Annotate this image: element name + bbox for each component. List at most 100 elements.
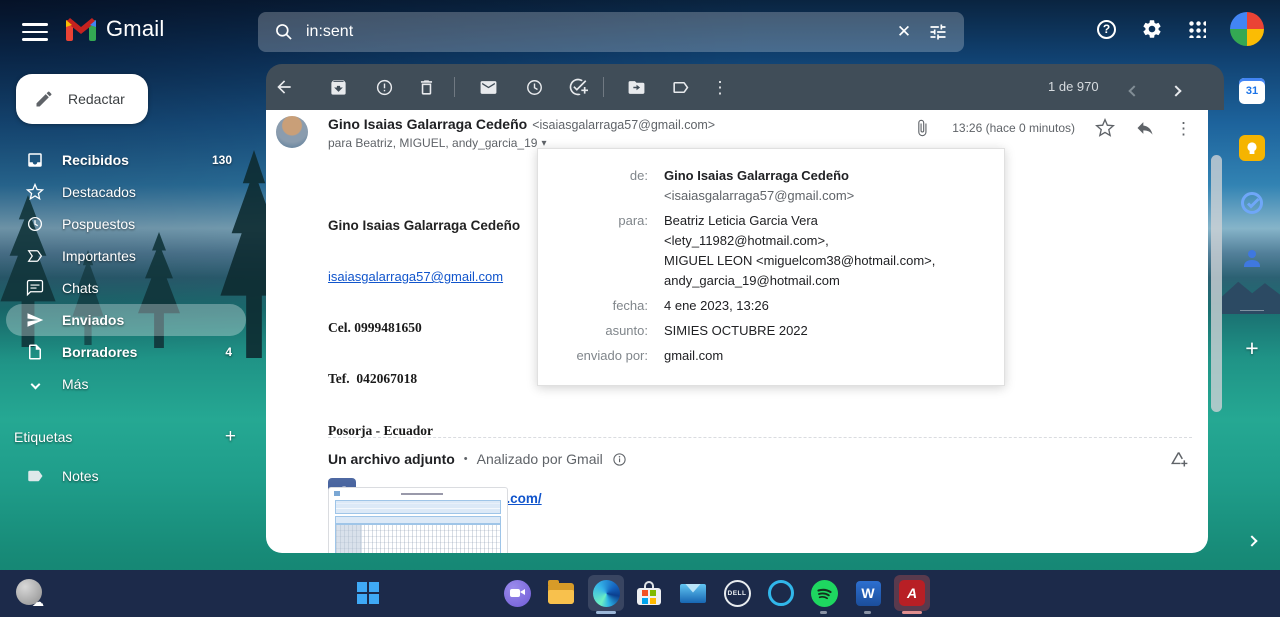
message-toolbar: ⋮ 1 de 970 (266, 64, 1224, 110)
newer-email-icon[interactable] (1130, 82, 1138, 100)
para-line3: MIGUEL LEON <miguelcom38@hotmail.com>, (664, 253, 935, 268)
details-row-asunto: asunto: SIMIES OCTUBRE 2022 (556, 321, 986, 341)
labels-header-label: Etiquetas (14, 429, 72, 445)
file-explorer-icon[interactable] (543, 575, 579, 611)
sidebar-item-mas[interactable]: Más (6, 368, 246, 400)
account-avatar[interactable] (1230, 12, 1264, 46)
label-important-icon (26, 247, 44, 265)
calendar-icon[interactable]: 31 (1239, 78, 1265, 104)
word-letter: W (856, 581, 881, 606)
more-options-icon[interactable]: ⋮ (710, 77, 730, 97)
info-icon[interactable] (612, 452, 627, 467)
spotify-icon[interactable] (806, 575, 842, 611)
sidebar-item-enviados[interactable]: Enviados (6, 304, 246, 336)
sidebar-item-label: Pospuestos (62, 216, 135, 232)
tasks-icon[interactable] (1239, 190, 1265, 216)
main-menu-icon[interactable] (22, 23, 48, 41)
star-icon (26, 183, 44, 201)
sidebar-item-borradores[interactable]: Borradores 4 (6, 336, 246, 368)
add-to-tasks-icon[interactable] (568, 77, 588, 97)
add-all-to-drive-icon[interactable] (1169, 449, 1190, 470)
settings-gear-icon[interactable] (1140, 17, 1164, 41)
report-spam-icon[interactable] (374, 77, 394, 97)
sender-line: Gino Isaias Galarraga Cedeño<isaiasgalar… (328, 116, 715, 132)
scrollbar-thumb[interactable] (1211, 155, 1222, 412)
alexa-app-icon[interactable] (763, 575, 799, 611)
delete-icon[interactable] (416, 77, 436, 97)
help-icon[interactable]: ? (1097, 20, 1116, 39)
details-row-para: para: Beatriz Leticia Garcia Vera <lety_… (556, 211, 986, 291)
sender-avatar[interactable] (276, 116, 308, 148)
mail-app-icon[interactable] (675, 575, 711, 611)
asunto-value: SIMIES OCTUBRE 2022 (664, 321, 808, 341)
recipients-line: para Beatriz, MIGUEL, andy_garcia_19 ▾ (328, 136, 546, 150)
sidebar-item-chats[interactable]: Chats (6, 272, 246, 304)
search-bar[interactable]: ✕ (258, 12, 964, 52)
archive-icon[interactable] (328, 77, 348, 97)
show-details-icon[interactable]: ▾ (541, 138, 546, 149)
back-icon[interactable] (274, 77, 294, 97)
draft-icon (26, 343, 44, 361)
labels-header: Etiquetas + (14, 426, 242, 448)
search-input[interactable] (306, 23, 882, 41)
reply-icon[interactable] (1135, 118, 1155, 138)
teams-chat-icon[interactable] (499, 575, 535, 611)
compose-label: Redactar (68, 91, 125, 107)
label-icon[interactable] (670, 77, 690, 97)
enviado-value: gmail.com (664, 346, 723, 366)
mark-unread-icon[interactable] (478, 77, 498, 97)
hide-side-panel-icon[interactable] (1239, 528, 1265, 554)
acrobat-icon[interactable]: A (894, 575, 930, 611)
create-label-icon[interactable]: + (225, 426, 242, 448)
older-email-icon[interactable] (1172, 82, 1180, 100)
field-label: de: (556, 166, 648, 206)
side-panel-divider (1240, 310, 1264, 311)
clear-search-icon[interactable]: ✕ (892, 20, 916, 44)
toolbar-divider (454, 77, 455, 97)
sidebar-item-pospuestos[interactable]: Pospuestos (6, 208, 246, 240)
attachment-thumbnail[interactable] (328, 487, 508, 553)
snooze-icon[interactable] (524, 77, 544, 97)
signature-email-link[interactable]: isaiasgalarraga57@gmail.com (328, 269, 542, 284)
sender-email: <isaiasgalarraga57@gmail.com> (532, 118, 715, 132)
attachments-title: Un archivo adjunto (328, 451, 455, 467)
word-running-indicator (864, 611, 871, 614)
desktop: Gmail ✕ ? Redactar Recibidos 130 Destaca… (0, 0, 1280, 617)
sidebar-item-importantes[interactable]: Importantes (6, 240, 246, 272)
widgets-weather-icon[interactable] (16, 579, 42, 605)
search-icon[interactable] (272, 20, 296, 44)
edge-browser-icon[interactable] (588, 575, 624, 611)
label-tag-icon (26, 467, 44, 485)
app-title: Gmail (106, 16, 164, 42)
star-message-icon[interactable] (1095, 118, 1115, 138)
sidebar-item-label: Chats (62, 280, 99, 296)
sidebar-item-recibidos[interactable]: Recibidos 130 (6, 144, 246, 176)
details-row-de: de: Gino Isaias Galarraga Cedeño <isaias… (556, 166, 986, 206)
dell-label: DELL (724, 580, 751, 607)
scanned-label: Analizado por Gmail (477, 451, 603, 467)
sidebar-item-destacados[interactable]: Destacados (6, 176, 246, 208)
pencil-icon (34, 89, 54, 109)
google-apps-icon[interactable] (1188, 20, 1206, 38)
keep-icon[interactable] (1239, 135, 1265, 161)
signature-name: Gino Isaias Galarraga Cedeño (328, 218, 542, 233)
sidebar-label-notes[interactable]: Notes (6, 460, 246, 492)
search-filter-icon[interactable] (926, 20, 950, 44)
message-more-icon[interactable]: ⋮ (1175, 120, 1192, 137)
compose-button[interactable]: Redactar (16, 74, 148, 124)
gmail-logo[interactable]: Gmail (66, 16, 164, 42)
sidebar-item-label: Destacados (62, 184, 136, 200)
message-header-actions: 13:26 (hace 0 minutos) ⋮ (912, 118, 1192, 138)
dell-app-icon[interactable]: DELL (719, 575, 755, 611)
attachment-doc-title (329, 488, 507, 499)
message-timestamp: 13:26 (hace 0 minutos) (952, 121, 1075, 135)
move-to-icon[interactable] (626, 77, 646, 97)
edge-active-indicator (596, 611, 616, 614)
details-row-fecha: fecha: 4 ene 2023, 13:26 (556, 296, 986, 316)
get-addons-icon[interactable]: + (1239, 335, 1265, 361)
microsoft-store-icon[interactable] (631, 575, 667, 611)
acrobat-letter: A (899, 580, 925, 606)
start-button[interactable] (350, 575, 386, 611)
word-icon[interactable]: W (850, 575, 886, 611)
contacts-icon[interactable] (1239, 245, 1265, 271)
